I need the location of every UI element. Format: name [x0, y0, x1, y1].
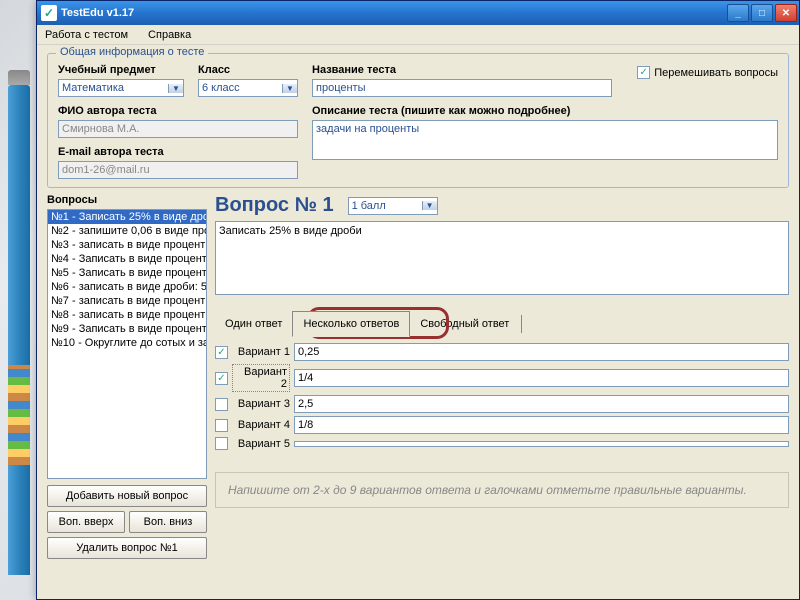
class-label: Класс: [198, 64, 298, 76]
description-label: Описание теста (пишите как можно подробн…: [312, 105, 778, 117]
variant-checkbox[interactable]: ✓: [215, 346, 228, 359]
variant-row: Вариант 5: [215, 437, 789, 450]
variant-input[interactable]: 1/4: [294, 369, 789, 387]
list-item[interactable]: №6 - записать в виде дроби: 5: [48, 280, 206, 294]
variant-input[interactable]: 1/8: [294, 416, 789, 434]
variant-label: Вариант 2: [232, 364, 290, 392]
variant-label: Вариант 4: [232, 419, 290, 431]
list-item[interactable]: №8 - записать в виде процент: [48, 308, 206, 322]
close-button[interactable]: ✕: [775, 4, 797, 22]
list-item[interactable]: №10 - Округлите до сотых и за: [48, 336, 206, 350]
app-icon: ✓: [41, 5, 57, 21]
variant-checkbox[interactable]: [215, 398, 228, 411]
menubar: Работа с тестом Справка: [37, 25, 799, 45]
tab-single-answer[interactable]: Один ответ: [215, 312, 292, 336]
tab-separator: [521, 315, 522, 333]
tab-multiple-answers[interactable]: Несколько ответов: [292, 311, 410, 337]
maximize-button[interactable]: □: [751, 4, 773, 22]
list-item[interactable]: №7 - записать в виде процент: [48, 294, 206, 308]
menu-help[interactable]: Справка: [144, 27, 195, 43]
hint-text: Напишите от 2-х до 9 вариантов ответа и …: [215, 472, 789, 508]
variant-row: Вариант 4 1/8: [215, 416, 789, 434]
variant-checkbox[interactable]: [215, 437, 228, 450]
list-item[interactable]: №4 - Записать в виде процент: [48, 252, 206, 266]
variant-label: Вариант 1: [232, 346, 290, 358]
chevron-down-icon: ▼: [422, 201, 437, 210]
variant-checkbox[interactable]: ✓: [215, 372, 228, 385]
email-label: E-mail автора теста: [58, 146, 298, 158]
variant-row: ✓ Вариант 2 1/4: [215, 364, 789, 392]
minimize-button[interactable]: _: [727, 4, 749, 22]
question-text-input[interactable]: Записать 25% в виде дроби: [215, 221, 789, 295]
app-window: ✓ TestEdu v1.17 _ □ ✕ Работа с тестом Сп…: [36, 0, 800, 600]
question-title: Вопрос № 1: [215, 194, 334, 217]
test-name-label: Название теста: [312, 64, 612, 76]
list-item[interactable]: №2 - запишите 0,06 в виде про: [48, 224, 206, 238]
variant-label: Вариант 3: [232, 398, 290, 410]
fieldset-legend: Общая информация о тесте: [56, 46, 208, 58]
variant-row: ✓ Вариант 1 0,25: [215, 343, 789, 361]
tab-free-answer[interactable]: Свободный ответ: [410, 312, 519, 336]
shuffle-label: Перемешивать вопросы: [654, 67, 778, 79]
variant-input[interactable]: [294, 441, 789, 447]
questions-label: Вопросы: [47, 194, 207, 206]
author-label: ФИО автора теста: [58, 105, 298, 117]
variant-label: Вариант 5: [232, 438, 290, 450]
chevron-down-icon: ▼: [168, 84, 183, 93]
variants-container: ✓ Вариант 1 0,25 ✓ Вариант 2 1/4 Вариант…: [215, 343, 789, 450]
variant-checkbox[interactable]: [215, 419, 228, 432]
variant-row: Вариант 3 2,5: [215, 395, 789, 413]
subject-select[interactable]: Математика▼: [58, 79, 184, 97]
list-item[interactable]: №3 - записать в виде процент: [48, 238, 206, 252]
questions-list[interactable]: №1 - Записать 25% в виде дро №2 - запиши…: [47, 209, 207, 479]
delete-question-button[interactable]: Удалить вопрос №1: [47, 537, 207, 559]
list-item[interactable]: №5 - Записать в виде процент: [48, 266, 206, 280]
list-item[interactable]: №9 - Записать в виде процент: [48, 322, 206, 336]
subject-label: Учебный предмет: [58, 64, 184, 76]
question-down-button[interactable]: Воп. вниз: [129, 511, 207, 533]
general-info-fieldset: Общая информация о тесте Учебный предмет…: [47, 53, 789, 188]
list-item[interactable]: №1 - Записать 25% в виде дро: [48, 210, 206, 224]
test-name-input[interactable]: проценты: [312, 79, 612, 97]
variant-input[interactable]: 0,25: [294, 343, 789, 361]
class-select[interactable]: 6 класс▼: [198, 79, 298, 97]
titlebar: ✓ TestEdu v1.17 _ □ ✕: [37, 1, 799, 25]
points-select[interactable]: 1 балл▼: [348, 197, 438, 215]
question-up-button[interactable]: Воп. вверх: [47, 511, 125, 533]
decorative-pencil: [8, 85, 30, 575]
author-input[interactable]: Смирнова М.А.: [58, 120, 298, 138]
chevron-down-icon: ▼: [282, 84, 297, 93]
variant-input[interactable]: 2,5: [294, 395, 789, 413]
description-textarea[interactable]: задачи на проценты: [312, 120, 778, 160]
menu-work-with-test[interactable]: Работа с тестом: [41, 27, 132, 43]
shuffle-checkbox[interactable]: ✓: [637, 66, 650, 79]
email-input[interactable]: dom1-26@mail.ru: [58, 161, 298, 179]
add-question-button[interactable]: Добавить новый вопрос: [47, 485, 207, 507]
window-title: TestEdu v1.17: [61, 7, 134, 19]
